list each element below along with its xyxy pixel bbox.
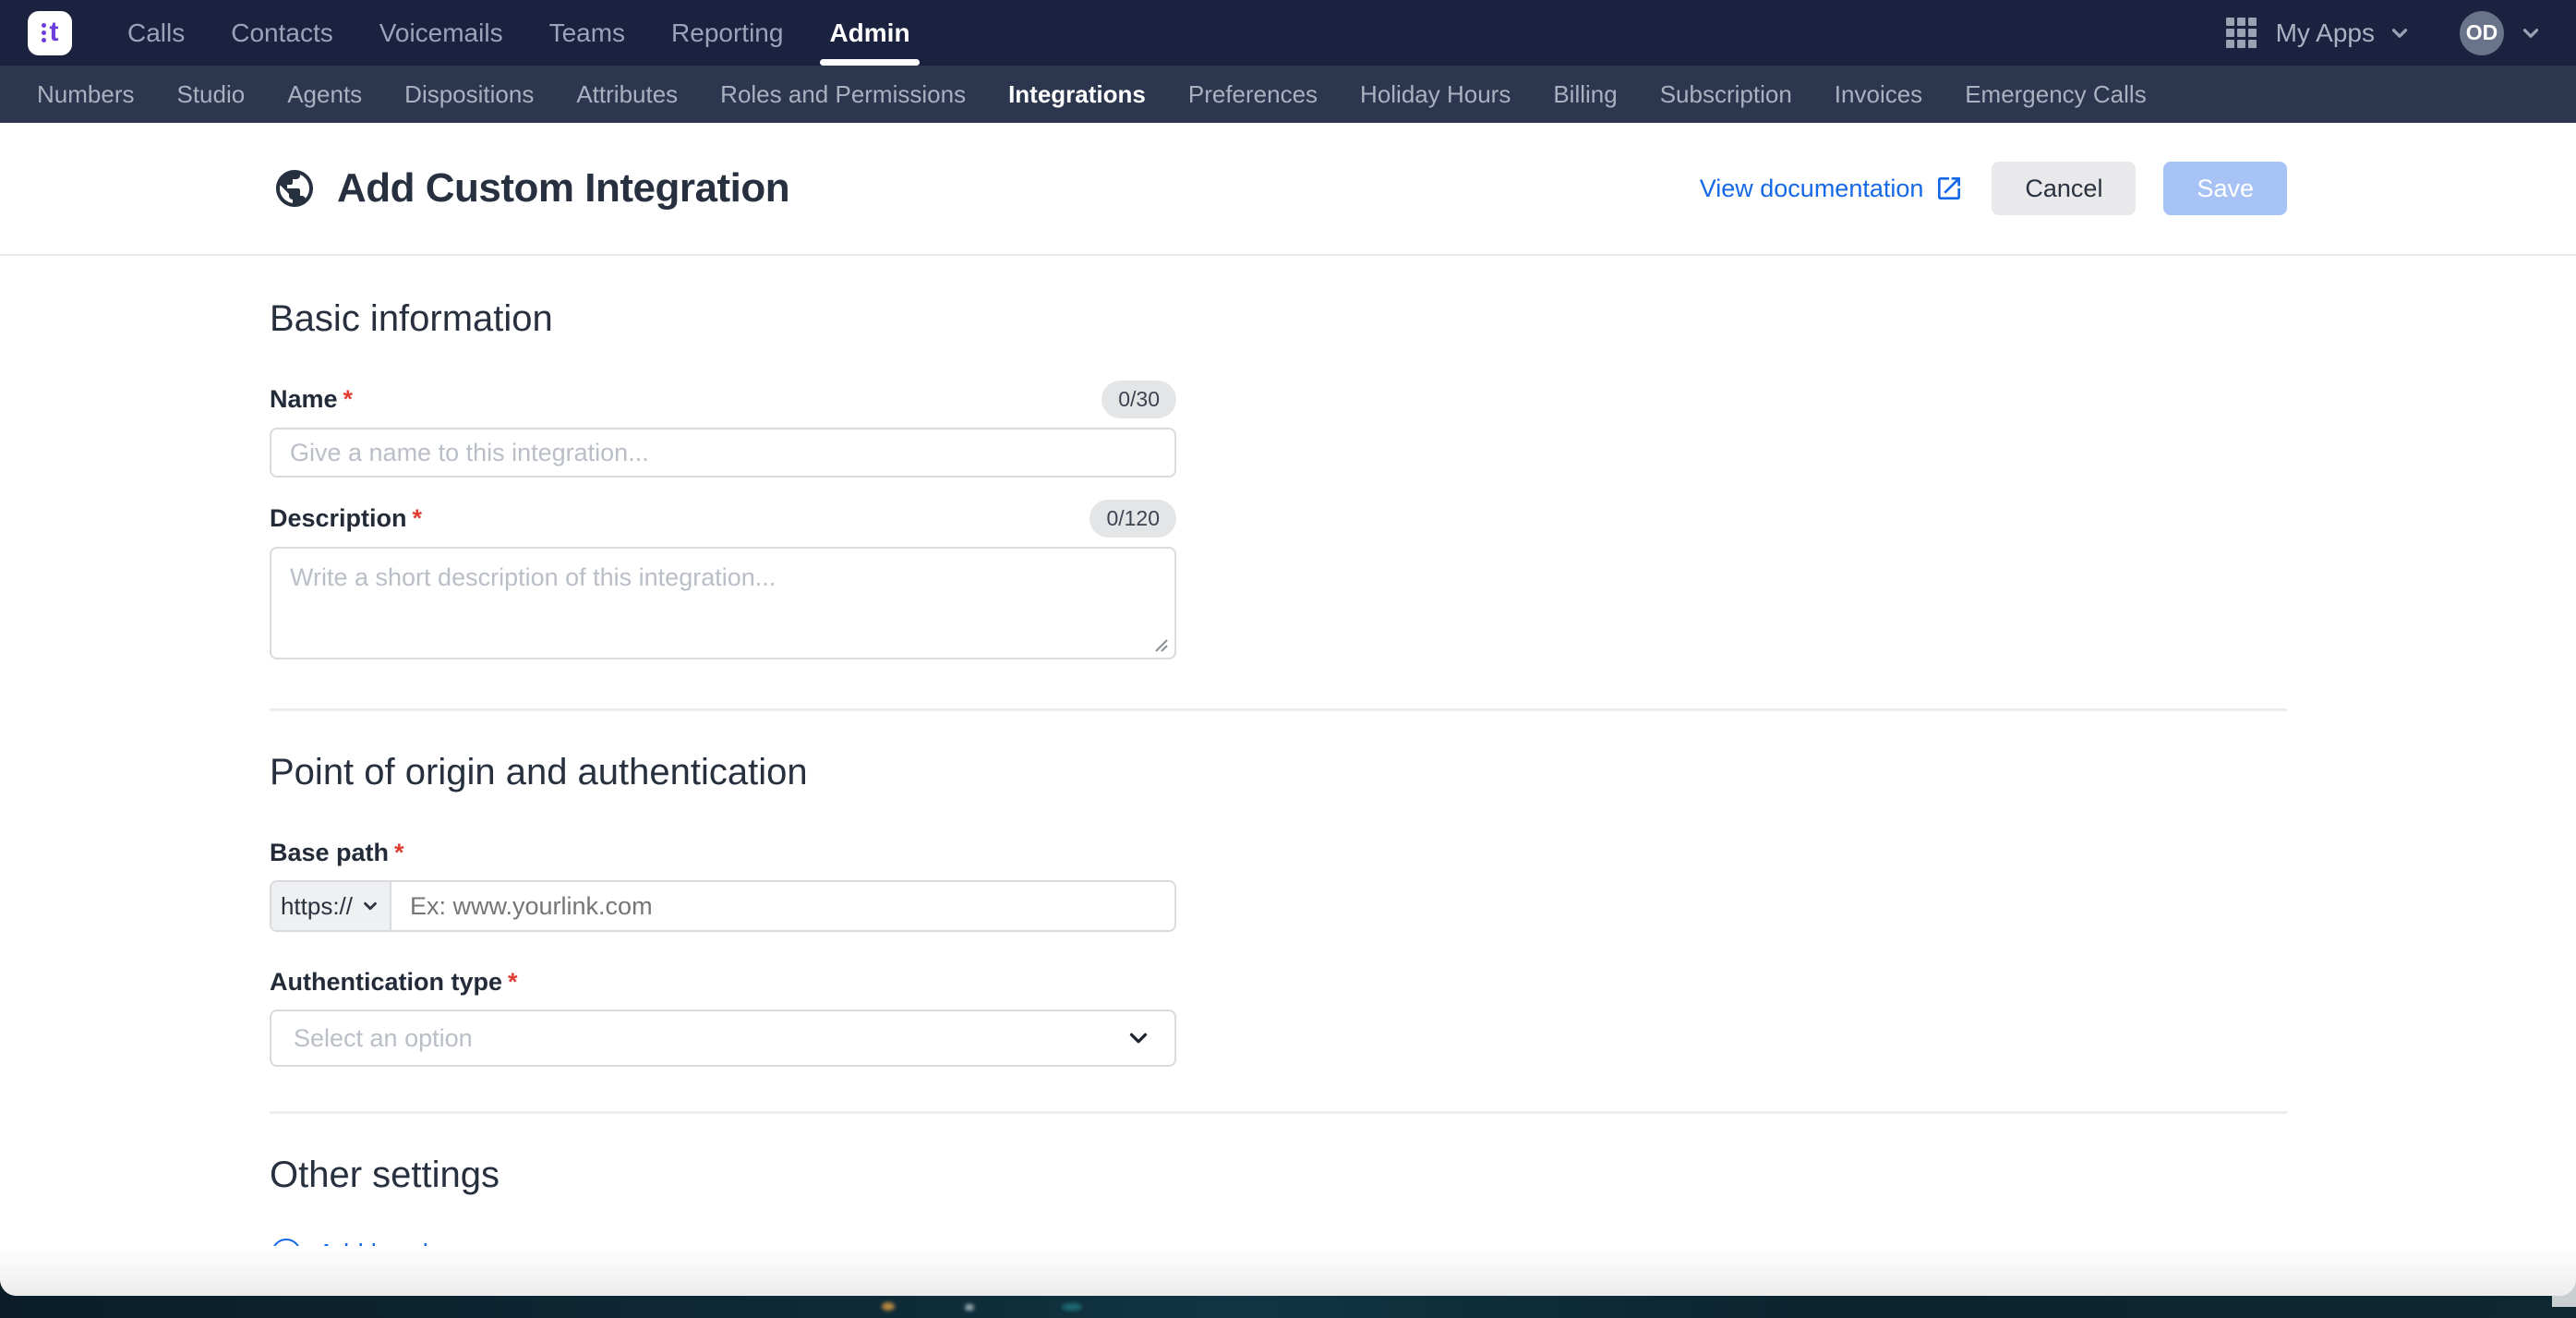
origin-authentication-section: Point of origin and authentication Base …	[270, 752, 2287, 1067]
primary-nav: t Calls Contacts Voicemails Teams Report…	[0, 0, 2576, 66]
description-label: Description*	[270, 504, 422, 533]
save-button[interactable]: Save	[2163, 162, 2287, 215]
subnav-item-emergency-calls[interactable]: Emergency Calls	[1965, 80, 2147, 109]
user-avatar[interactable]: OD	[2460, 11, 2504, 55]
section-heading-origin: Point of origin and authentication	[270, 752, 2287, 793]
wallpaper-speck	[882, 1302, 895, 1311]
auth-type-select-placeholder: Select an option	[294, 1024, 473, 1053]
view-documentation-label: View documentation	[1700, 175, 1924, 203]
base-path-field: Base path* https://	[270, 834, 1176, 932]
subnav-item-numbers[interactable]: Numbers	[37, 80, 134, 109]
nav-item-contacts[interactable]: Contacts	[231, 0, 333, 66]
subnav-item-attributes[interactable]: Attributes	[576, 80, 678, 109]
page-title: Add Custom Integration	[337, 165, 789, 212]
view-documentation-link[interactable]: View documentation	[1700, 174, 1965, 203]
add-header-label: Add header	[318, 1239, 451, 1246]
required-marker: *	[508, 968, 518, 996]
subnav-item-preferences[interactable]: Preferences	[1188, 80, 1318, 109]
base-path-input-group: https://	[270, 880, 1176, 932]
subnav-item-integrations[interactable]: Integrations	[1008, 80, 1146, 109]
base-path-label: Base path*	[270, 839, 404, 867]
description-char-counter: 0/120	[1089, 500, 1176, 538]
name-field: Name* 0/30	[270, 381, 1176, 500]
section-heading-other: Other settings	[270, 1155, 2287, 1196]
name-field-row: Name* 0/30	[270, 381, 1176, 418]
basic-information-section: Basic information Name* 0/30 Description…	[270, 298, 2287, 664]
topnav-right-cluster: My Apps OD	[2226, 11, 2543, 55]
my-apps-menu[interactable]: My Apps	[2276, 18, 2375, 48]
description-field-row: Description* 0/120	[270, 500, 1176, 538]
required-marker: *	[413, 504, 423, 532]
logo-dots-icon	[42, 23, 46, 42]
window-bottom-edge	[0, 1246, 2576, 1296]
nav-item-admin[interactable]: Admin	[829, 0, 909, 66]
subnav-item-holiday-hours[interactable]: Holiday Hours	[1360, 80, 1511, 109]
protocol-value: https://	[281, 892, 353, 921]
resize-handle-icon[interactable]	[1152, 636, 1169, 653]
section-heading-basic: Basic information	[270, 298, 2287, 340]
admin-subnav: Numbers Studio Agents Dispositions Attri…	[0, 66, 2576, 123]
chevron-down-icon	[2388, 21, 2412, 45]
auth-type-field: Authentication type* Select an option	[270, 963, 1176, 1067]
protocol-select[interactable]: https://	[271, 882, 391, 930]
subnav-item-invoices[interactable]: Invoices	[1835, 80, 1922, 109]
other-settings-section: Other settings Add header	[270, 1155, 2287, 1246]
description-textarea[interactable]	[270, 547, 1176, 659]
apps-grid-icon[interactable]	[2226, 18, 2257, 49]
auth-type-field-row: Authentication type*	[270, 963, 1176, 1000]
nav-item-voicemails[interactable]: Voicemails	[379, 0, 503, 66]
subnav-item-roles-and-permissions[interactable]: Roles and Permissions	[720, 80, 966, 109]
add-custom-integration-form: Basic information Name* 0/30 Description…	[0, 256, 2576, 1246]
page-header: Add Custom Integration View documentatio…	[0, 123, 2576, 256]
subnav-item-dispositions[interactable]: Dispositions	[404, 80, 534, 109]
wallpaper-speck	[1062, 1303, 1082, 1311]
section-divider	[270, 708, 2287, 711]
plus-circle-icon	[270, 1237, 303, 1246]
wallpaper-speck	[965, 1304, 974, 1311]
external-link-icon	[1934, 174, 1964, 203]
title-wrap: Add Custom Integration	[272, 165, 789, 212]
subnav-item-studio[interactable]: Studio	[176, 80, 245, 109]
chevron-down-icon	[360, 896, 380, 916]
name-input[interactable]	[270, 428, 1176, 478]
nav-item-teams[interactable]: Teams	[549, 0, 625, 66]
talkdesk-logo[interactable]: t	[28, 11, 72, 55]
subnav-item-subscription[interactable]: Subscription	[1660, 80, 1792, 109]
nav-item-reporting[interactable]: Reporting	[671, 0, 783, 66]
section-divider	[270, 1111, 2287, 1114]
chevron-down-icon	[1125, 1024, 1152, 1052]
browser-window: t Calls Contacts Voicemails Teams Report…	[0, 0, 2576, 1296]
globe-icon	[272, 166, 317, 211]
base-path-field-row: Base path*	[270, 834, 1176, 871]
auth-type-select[interactable]: Select an option	[270, 1010, 1176, 1067]
desktop: t Calls Contacts Voicemails Teams Report…	[0, 0, 2576, 1318]
nav-item-calls[interactable]: Calls	[127, 0, 185, 66]
description-field: Description* 0/120	[270, 500, 1176, 664]
base-path-input[interactable]	[391, 882, 1174, 930]
name-char-counter: 0/30	[1101, 381, 1176, 418]
name-label: Name*	[270, 385, 353, 414]
chevron-down-icon[interactable]	[2519, 21, 2543, 45]
header-actions: View documentation Cancel Save	[1700, 162, 2287, 215]
description-textarea-wrap	[270, 547, 1176, 664]
required-marker: *	[343, 385, 354, 413]
cancel-button[interactable]: Cancel	[1992, 162, 2136, 215]
subnav-item-agents[interactable]: Agents	[287, 80, 362, 109]
logo-letter: t	[50, 18, 59, 46]
required-marker: *	[394, 839, 404, 866]
add-header-button[interactable]: Add header	[270, 1237, 451, 1246]
auth-type-label: Authentication type*	[270, 968, 518, 997]
primary-nav-items: Calls Contacts Voicemails Teams Reportin…	[127, 0, 910, 66]
subnav-item-billing[interactable]: Billing	[1553, 80, 1617, 109]
